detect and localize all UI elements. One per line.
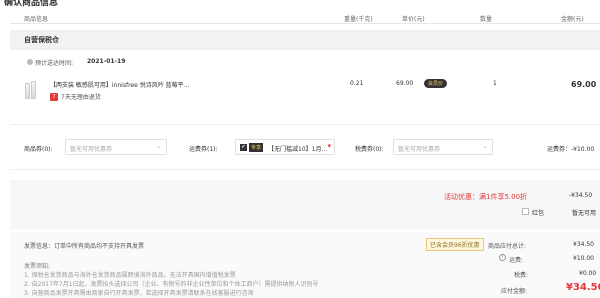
invoice-info: 发票信息：订单中所有商品均不支持开具发票 [24,243,145,250]
goods-total-label: 商品应付总计: [488,243,527,250]
member-price-badge: 会员价 [424,79,448,88]
caret-down-icon: ▾ [327,142,331,150]
delivery-date: 2021-01-19 [87,58,126,65]
freight-coupon-select[interactable]: ✔ 专享 【无门槛减10】1月... ▾ [235,139,335,155]
shop-name: 自营保税仓 [24,36,59,44]
table-header: 商品信息 重量(千克) 单价(元) 数量 金额(元) [10,10,600,24]
hongbao-label: 红包 [532,210,545,217]
invoice-and-totals: 发票信息：订单中所有商品均不支持开具发票 已含会员96折优惠 商品应付总计: ¥… [10,232,600,298]
col-amount: 金额(元) [561,16,584,23]
discount-summary: 活动优惠：满1件享5.00折 -¥34.50 红包 暂无可用 [10,180,600,230]
tax-coupon-value: 暂无可用优惠券 [398,146,441,153]
goods-coupon-select[interactable]: 暂无可用优惠券 ⌄ [65,139,167,155]
col-weight: 重量(千克) [344,16,373,23]
member-discount-tag: 已含会员96折优惠 [426,238,484,251]
col-price: 单价(元) [402,16,425,23]
help-icon[interactable]: ? [499,254,506,261]
shipping-label: 运费: [509,257,524,264]
tax-label: 税费: [514,272,529,279]
hongbao-checkbox[interactable] [522,208,529,215]
amount-due-label: 应付金额: [501,288,528,295]
shop-bar: 自营保税仓 [10,30,600,50]
tax-coupon-select[interactable]: 暂无可用优惠券 ⌄ [393,139,493,155]
product-name-link[interactable]: 【两支装 敏感肌可用】innisfree 悦诗风吟 蓝莓平... [50,80,189,89]
return-icon: 7 [50,92,58,101]
goods-coupon-label: 商品券(0): [24,146,53,153]
amount-due-value: ¥34.50 [566,282,600,293]
product-weight: 0.21 [350,80,364,87]
goods-coupon-value: 暂无可用优惠券 [70,146,113,153]
checkbox-checked-icon[interactable]: ✔ [240,144,247,151]
exclusive-tag: 专享 [249,143,264,152]
chevron-down-icon: ⌄ [156,142,162,150]
freight-coupon-label: 运费券(1): [189,146,218,153]
invoice-notice-title: 发票须知: [24,263,51,270]
product-row: 【两支装 敏感肌可用】innisfree 悦诗风吟 蓝莓平... 7 7天无理由… [10,72,600,110]
product-thumbnail[interactable] [24,81,38,99]
delivery-label: 预计送达时间: [35,60,74,67]
hongbao-value: 暂无可用 [572,210,597,217]
invoice-note: 2. 自2017年7月1日起，发票抬头选择公司（企业、有税号的非企业性单位和个体… [24,281,319,288]
page-title: 确认商品信息 [4,0,59,8]
product-quantity: 1 [493,80,497,87]
freight-coupon-value: 【无门槛减10】1月... [268,146,328,153]
shipping-value: ¥10.00 [573,255,594,262]
tax-coupon-label: 税费券(0): [355,146,384,153]
col-qty: 数量 [480,16,493,23]
promo-value: -¥34.50 [569,192,593,199]
col-product: 商品信息 [24,16,49,23]
coupon-row: 商品券(0): 暂无可用优惠券 ⌄ 运费券(1): ✔ 专享 【无门槛减10】1… [10,124,600,170]
return-policy-text: 7天无理由退货 [61,94,101,101]
freight-coupon-discount: 运费券：-¥10.00 [547,146,595,153]
product-amount: 69.00 [571,80,597,89]
invoice-note: 1. 保税仓发货商品与海外仓发货商品属跨境海外商品，无法开具国内增值税发票 [24,272,236,279]
delivery-row: 预计送达时间: 2021-01-19 [10,52,600,72]
goods-total-value: ¥34.50 [573,241,594,248]
clock-icon [27,59,33,65]
tax-value: ¥0.00 [579,270,597,277]
chevron-down-icon: ⌄ [482,142,488,150]
invoice-note: 3. 自营商品发票开具需由商家自行开具发票，若选择开具发票请联系在线客服进行咨询 [24,290,254,297]
return-policy: 7 7天无理由退货 [50,92,101,101]
promo-text: 活动优惠：满1件享5.00折 [444,193,528,201]
product-unit-price: 69.00 [396,80,414,87]
